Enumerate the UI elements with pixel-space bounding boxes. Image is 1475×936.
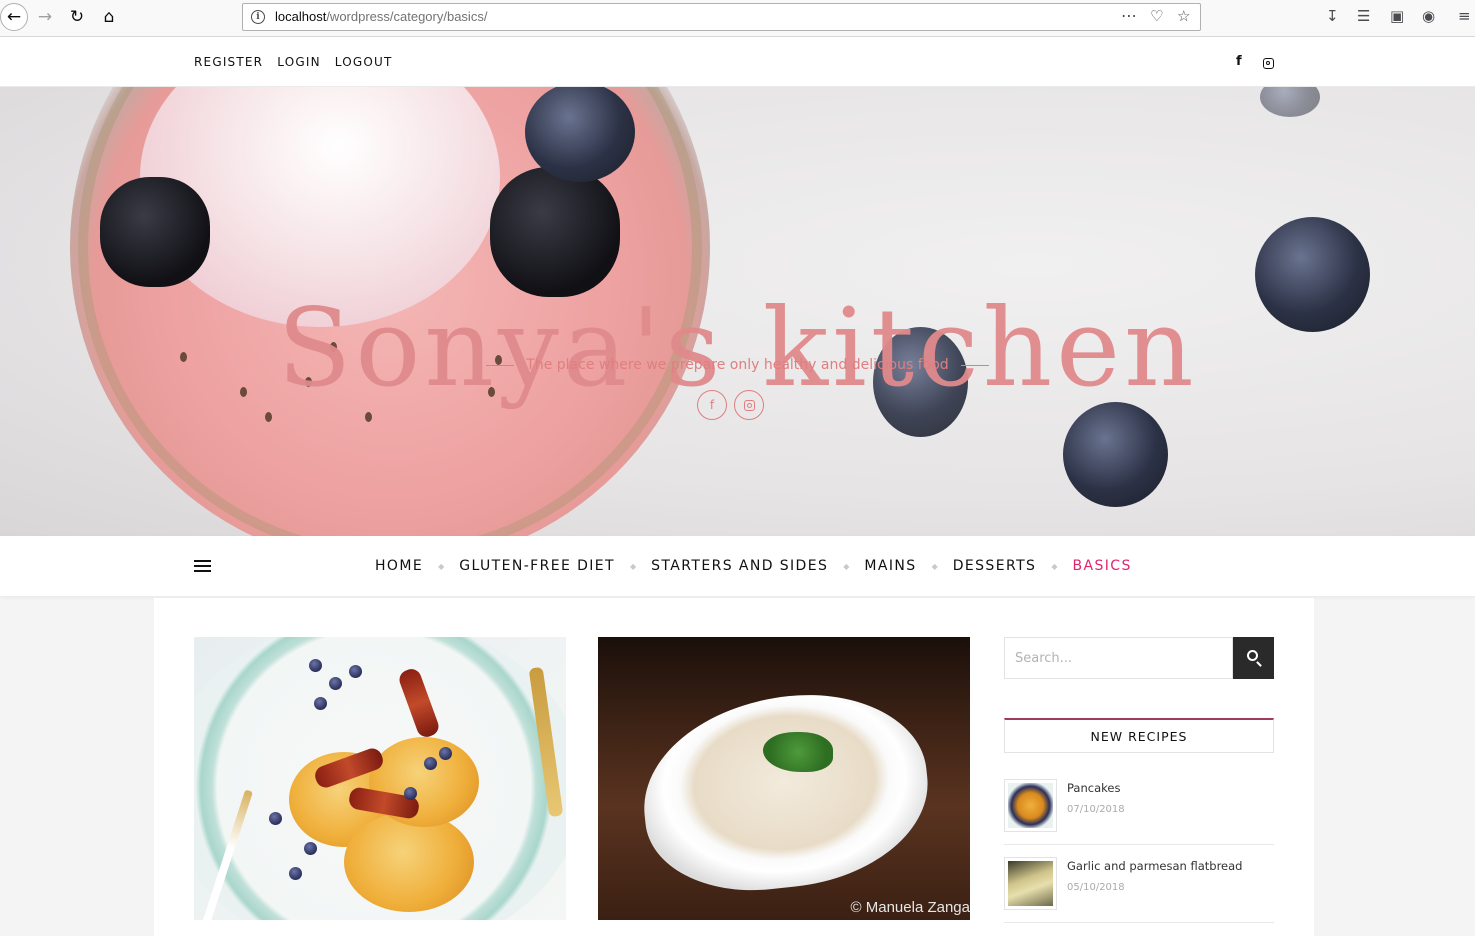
photo-credit: © Manuela Zanga (850, 899, 970, 916)
nav-separator: ◆ (629, 561, 637, 571)
reload-icon[interactable]: ↻ (65, 5, 89, 29)
tagline-divider (486, 364, 515, 366)
nav-gluten-free-diet[interactable]: GLUTEN-FREE DIET (459, 558, 615, 574)
recipe-thumbnail[interactable] (1004, 857, 1057, 910)
pancakes-post-image[interactable] (194, 637, 566, 920)
nav-separator: ◆ (1051, 561, 1058, 571)
blueberry (349, 665, 362, 678)
site-tagline: The place where we prepare only healthy … (0, 357, 1475, 373)
new-recipes-title: NEW RECIPES (1004, 718, 1274, 753)
url-text[interactable]: localhost/wordpress/category/basics/ (275, 9, 487, 24)
instagram-glyph (744, 400, 755, 411)
facebook-icon[interactable]: f (1236, 54, 1242, 69)
recipe-thumbnail[interactable] (1004, 779, 1057, 832)
blueberry (404, 787, 417, 800)
instagram-icon[interactable] (1263, 58, 1274, 69)
category-menu: HOME ◆ GLUTEN-FREE DIET ◆ STARTERS AND S… (375, 558, 1132, 574)
nav-starters-and-sides[interactable]: STARTERS AND SIDES (651, 558, 828, 574)
logout-link[interactable]: LOGOUT (335, 55, 393, 69)
recipe-item[interactable]: Pancakes 07/10/2018 (1004, 779, 1274, 845)
pancake (344, 812, 474, 912)
nav-separator: ◆ (843, 561, 850, 571)
blueberry (304, 842, 317, 855)
bowl (633, 682, 938, 902)
blueberry (314, 697, 327, 710)
site-title[interactable]: Sonya's kitchen (0, 295, 1475, 403)
hero-header: Sonya's kitchen The place where we prepa… (0, 87, 1475, 536)
tagline-text: The place where we prepare only healthy … (526, 357, 949, 373)
main-content: © Manuela Zanga NEW RECIPES Pancakes 07/… (154, 598, 1314, 936)
url-path: /wordpress/category/basics/ (326, 9, 488, 24)
address-bar[interactable]: i localhost/wordpress/category/basics/ ⋯… (242, 3, 1201, 31)
search-button[interactable] (1233, 637, 1274, 679)
home-icon[interactable]: ⌂ (97, 5, 121, 29)
blueberry-image (1260, 87, 1320, 117)
recipe-title[interactable]: Garlic and parmesan flatbread (1067, 859, 1242, 873)
blueberry-image (1063, 402, 1168, 507)
url-host: localhost (275, 9, 327, 24)
page-actions-icon[interactable]: ⋯ (1121, 6, 1137, 25)
tagline-divider (960, 364, 989, 366)
blackberry-image (100, 177, 210, 287)
account-links: REGISTER LOGIN LOGOUT (194, 55, 393, 69)
bookmark-star-icon[interactable]: ☆ (1177, 7, 1190, 25)
register-link[interactable]: REGISTER (194, 55, 263, 69)
hummus-post-image[interactable]: © Manuela Zanga (598, 637, 970, 920)
nav-separator: ◆ (931, 561, 938, 571)
nav-separator: ◆ (438, 561, 445, 571)
blueberry (439, 747, 452, 760)
top-bar: REGISTER LOGIN LOGOUT f (0, 37, 1475, 87)
thumbnail-image (1008, 783, 1053, 828)
blueberry (424, 757, 437, 770)
recipe-item[interactable]: Garlic and parmesan flatbread 05/10/2018 (1004, 857, 1274, 923)
blueberry (269, 812, 282, 825)
main-navigation: HOME ◆ GLUTEN-FREE DIET ◆ STARTERS AND S… (0, 536, 1475, 597)
hamburger-menu-icon[interactable] (194, 560, 211, 572)
back-arrow-icon[interactable]: ← (0, 3, 28, 31)
search-icon (1247, 650, 1258, 661)
browser-toolbar: ← → ↻ ⌂ i localhost/wordpress/category/b… (0, 0, 1475, 37)
library-icon[interactable]: ☰ (1357, 7, 1370, 25)
hero-instagram-icon[interactable] (734, 390, 764, 420)
blackberry-image (490, 167, 620, 297)
blueberry (309, 659, 322, 672)
thumbnail-image (1008, 861, 1053, 906)
login-link[interactable]: LOGIN (277, 55, 321, 69)
sidebar-icon[interactable]: ▣ (1390, 7, 1404, 25)
nav-basics[interactable]: BASICS (1072, 558, 1131, 574)
menu-icon[interactable]: ≡ (1458, 7, 1471, 25)
nav-mains[interactable]: MAINS (864, 558, 916, 574)
hero-facebook-icon[interactable]: f (697, 390, 727, 420)
chia-seed (365, 412, 372, 422)
search-input[interactable] (1005, 638, 1232, 678)
search-field[interactable] (1004, 637, 1233, 679)
forward-arrow-icon[interactable]: → (33, 5, 57, 29)
chia-seed (265, 412, 272, 422)
nav-home[interactable]: HOME (375, 558, 423, 574)
downloads-icon[interactable]: ↧ (1326, 7, 1339, 25)
recipe-title[interactable]: Pancakes (1067, 781, 1120, 795)
recipe-date: 07/10/2018 (1067, 804, 1125, 815)
account-icon[interactable]: ◉ (1422, 7, 1435, 25)
recipe-date: 05/10/2018 (1067, 882, 1125, 893)
blueberry (289, 867, 302, 880)
nav-desserts[interactable]: DESSERTS (953, 558, 1037, 574)
blueberry (329, 677, 342, 690)
site-info-icon[interactable]: i (251, 10, 265, 24)
pocket-icon[interactable]: ♡ (1150, 7, 1163, 25)
